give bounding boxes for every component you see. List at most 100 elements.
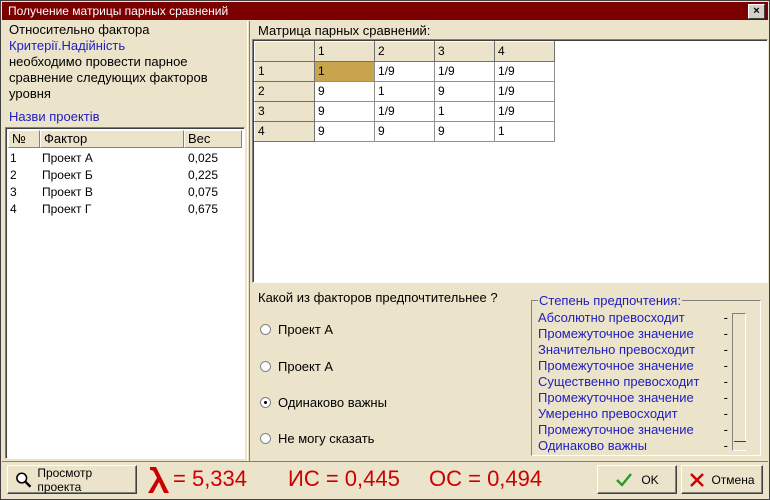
radio-option-2[interactable]: Проект А <box>260 359 333 374</box>
radio-button[interactable] <box>260 361 271 372</box>
matrix-cell[interactable]: 1/9 <box>374 61 435 82</box>
row-number: 4 <box>10 202 17 216</box>
matrix-grid[interactable]: 1 2 3 4 1 1 1/9 1/9 1/9 2 9 1 9 1/9 3 9 … <box>252 39 768 283</box>
matrix-row-header: 1 <box>254 61 315 82</box>
matrix-col-header: 2 <box>374 41 435 62</box>
table-row[interactable]: 4 Проект Г 0,675 <box>10 201 242 218</box>
table-row[interactable]: 1 Проект А 0,025 <box>10 150 242 167</box>
matrix-col-header: 4 <box>494 41 555 62</box>
view-project-button[interactable]: Просмотр проекта <box>7 465 137 494</box>
projects-link[interactable]: Назви проектів <box>9 109 245 125</box>
radio-button-checked[interactable] <box>260 397 271 408</box>
preference-slider[interactable] <box>732 313 746 451</box>
lambda-icon <box>148 467 169 493</box>
context-line-1: Относительно фактора <box>9 22 150 37</box>
matrix-row-header: 2 <box>254 81 315 102</box>
row-weight: 0,025 <box>188 151 219 165</box>
preference-slider-thumb[interactable] <box>734 441 746 450</box>
table-row[interactable]: 2 Проект Б 0,225 <box>10 167 242 184</box>
question-text: Какой из факторов предпочтительнее ? <box>258 290 498 305</box>
matrix-cell[interactable]: 9 <box>314 81 375 102</box>
preference-item: Промежуточное значение - <box>538 358 728 374</box>
matrix-cell[interactable]: 1 <box>374 81 435 102</box>
lambda-value: = 5,334 <box>173 466 248 491</box>
context-line-3: необходимо провести парное <box>9 54 188 69</box>
tick-dash: - <box>723 326 728 341</box>
context-line-5: уровня <box>9 86 51 101</box>
factor-rows: 1 Проект А 0,025 2 Проект Б 0,225 3 Прое… <box>10 150 242 218</box>
magnifier-icon <box>16 471 32 488</box>
row-number: 1 <box>10 151 17 165</box>
preference-label: Промежуточное значение <box>538 358 694 373</box>
table-row[interactable]: 3 Проект В 0,075 <box>10 184 242 201</box>
row-number: 2 <box>10 168 17 182</box>
preference-item: Промежуточное значение - <box>538 422 728 438</box>
matrix-cell[interactable]: 9 <box>314 121 375 142</box>
row-weight: 0,675 <box>188 202 219 216</box>
consistency-index: ИС = 0,445 <box>288 466 400 491</box>
matrix-col-header: 3 <box>434 41 495 62</box>
radio-label[interactable]: Проект А <box>278 359 333 374</box>
tick-dash: - <box>723 310 728 325</box>
preference-label: Промежуточное значение <box>538 326 694 341</box>
preference-label: Значительно превосходит <box>538 342 696 357</box>
matrix-cell[interactable]: 1 <box>494 121 555 142</box>
matrix-cell-selected[interactable]: 1 <box>314 61 375 82</box>
check-icon <box>616 472 633 487</box>
preference-label: Абсолютно превосходит <box>538 310 685 325</box>
preference-item: Значительно превосходит - <box>538 342 728 358</box>
matrix-cell[interactable]: 1/9 <box>494 101 555 122</box>
radio-label[interactable]: Одинаково важны <box>278 395 387 410</box>
close-button[interactable]: × <box>748 4 765 19</box>
matrix-cell[interactable]: 9 <box>434 81 495 102</box>
radio-button[interactable] <box>260 433 271 444</box>
factor-list[interactable]: № Фактор Вес 1 Проект А 0,025 2 Проект Б… <box>5 127 245 459</box>
preference-item: Существенно превосходит - <box>538 374 728 390</box>
preference-item: Абсолютно превосходит - <box>538 310 728 326</box>
matrix-cell[interactable]: 9 <box>314 101 375 122</box>
radio-option-1[interactable]: Проект А <box>260 322 333 337</box>
tick-dash: - <box>723 422 728 437</box>
matrix-cell[interactable]: 1 <box>434 101 495 122</box>
radio-option-equal[interactable]: Одинаково важны <box>260 395 387 410</box>
matrix-cell[interactable]: 1/9 <box>434 61 495 82</box>
radio-option-unknown[interactable]: Не могу сказать <box>260 431 374 446</box>
tick-dash: - <box>723 438 728 453</box>
row-weight: 0,075 <box>188 185 219 199</box>
context-factor: Критерії.Надійність <box>9 38 126 53</box>
preference-item: Промежуточное значение - <box>538 390 728 406</box>
column-header-weight[interactable]: Вес <box>184 130 242 148</box>
column-header-number[interactable]: № <box>8 130 40 148</box>
tick-dash: - <box>723 358 728 373</box>
ok-button[interactable]: OK <box>597 465 677 494</box>
comparison-matrix: 1 2 3 4 1 1 1/9 1/9 1/9 2 9 1 9 1/9 3 9 … <box>254 41 555 142</box>
ok-label: OK <box>641 472 659 487</box>
window-title: Получение матрицы парных сравнений <box>8 4 229 18</box>
radio-label[interactable]: Проект А <box>278 322 333 337</box>
matrix-cell[interactable]: 1/9 <box>494 61 555 82</box>
preference-scale: Абсолютно превосходит - Промежуточное зна… <box>538 310 728 454</box>
tick-dash: - <box>723 406 728 421</box>
row-factor: Проект Б <box>42 168 93 182</box>
preference-item: Одинаково важны - <box>538 438 728 454</box>
tick-dash: - <box>723 374 728 389</box>
preference-caption: Степень предпочтения: <box>538 293 682 308</box>
preference-label: Умеренно превосходит <box>538 406 678 421</box>
radio-button[interactable] <box>260 324 271 335</box>
cancel-button[interactable]: Отмена <box>681 465 763 494</box>
matrix-row-header: 3 <box>254 101 315 122</box>
tick-dash: - <box>723 342 728 357</box>
panel-splitter[interactable] <box>247 21 250 461</box>
matrix-cell[interactable]: 9 <box>374 121 435 142</box>
radio-label[interactable]: Не могу сказать <box>278 431 374 446</box>
preference-label: Промежуточное значение <box>538 422 694 437</box>
matrix-col-header: 1 <box>314 41 375 62</box>
matrix-cell[interactable]: 1/9 <box>494 81 555 102</box>
preference-item: Умеренно превосходит - <box>538 406 728 422</box>
preference-label: Промежуточное значение <box>538 390 694 405</box>
matrix-cell[interactable]: 1/9 <box>374 101 435 122</box>
context-line-4: сравнение следующих факторов <box>9 70 208 85</box>
column-header-factor[interactable]: Фактор <box>40 130 184 148</box>
matrix-cell[interactable]: 9 <box>434 121 495 142</box>
title-bar: Получение матрицы парных сравнений × <box>2 2 768 20</box>
